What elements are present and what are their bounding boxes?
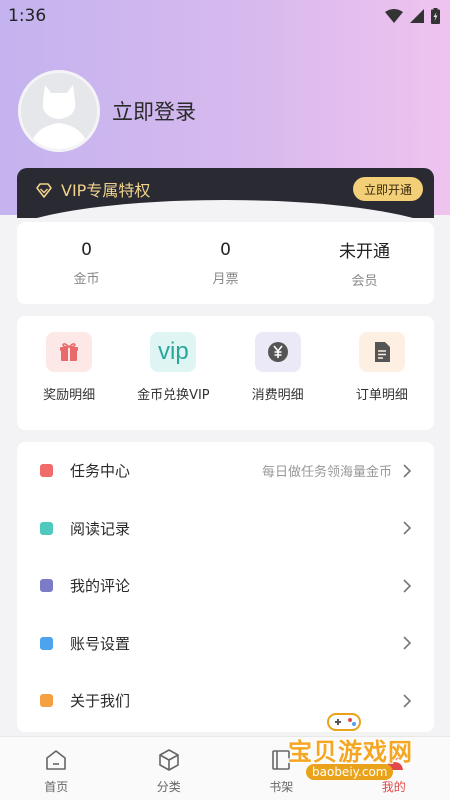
stat-value: 0 [81,239,92,260]
vip-icon-text: vip [158,338,189,365]
menu-dot-icon [40,579,53,593]
tab-label: 书架 [269,780,294,794]
shortcuts-card: 奖励明细 vip 金币兑换VIP 消费明细 订单明细 [17,316,434,430]
stat-coins[interactable]: 0 金币 [17,222,156,304]
wifi-icon [385,9,403,23]
menu-item-account-settings[interactable]: 账号设置 [17,615,434,673]
menu-item-label: 账号设置 [70,634,131,653]
shortcut-reward-details[interactable]: 奖励明细 [17,332,121,430]
shortcut-consumption-details[interactable]: 消费明细 [226,332,330,430]
chevron-right-icon [403,464,412,478]
login-link[interactable]: 立即登录 [112,96,196,126]
tab-bookshelf[interactable]: 书架 [225,737,338,800]
gift-icon [46,332,93,372]
menu-card: 任务中心 每日做任务领海量金币 阅读记录 我的评论 账号设置 关于我们 [17,442,434,732]
vip-banner-title: VIP专属特权 [61,181,151,200]
shortcut-order-details[interactable]: 订单明细 [330,332,434,430]
stat-label: 金币 [73,271,100,287]
stat-value: 0 [220,239,231,260]
menu-item-label: 我的评论 [70,577,131,596]
menu-item-task-center[interactable]: 任务中心 每日做任务领海量金币 [17,442,434,500]
chevron-right-icon [403,521,412,535]
shortcut-label: 奖励明细 [43,388,96,403]
menu-item-reading-history[interactable]: 阅读记录 [17,500,434,558]
status-time: 1:36 [8,6,47,26]
shortcut-coins-to-vip[interactable]: vip 金币兑换VIP [121,332,225,430]
profile-icon [384,751,403,770]
chevron-right-icon [403,579,412,593]
vip-icon: vip [150,332,197,372]
menu-item-my-comments[interactable]: 我的评论 [17,557,434,615]
shortcut-label: 金币兑换VIP [137,388,210,403]
stat-label: 会员 [351,274,378,289]
stat-value: 未开通 [339,242,390,262]
tab-label: 我的 [381,780,406,794]
chevron-right-icon [403,694,412,708]
default-avatar-icon [29,85,89,149]
menu-dot-icon [40,521,53,535]
home-icon [46,750,67,770]
bottom-tab-bar: 首页 分类 书架 我的 [0,736,450,800]
tab-profile[interactable]: 我的 [338,737,450,800]
menu-item-about-us[interactable]: 关于我们 [17,672,434,730]
stats-card: 0 金币 0 月票 未开通 会员 [17,222,434,304]
shortcut-label: 订单明细 [355,388,408,403]
yen-icon [254,332,301,372]
tab-home[interactable]: 首页 [0,737,113,800]
shortcut-label: 消费明细 [251,388,304,403]
tab-label: 分类 [156,780,181,794]
menu-item-label: 任务中心 [70,462,131,481]
signal-icon [410,9,424,23]
diamond-icon [36,183,52,198]
bookshelf-icon [272,750,291,770]
status-bar: 1:36 [0,0,450,32]
menu-item-label: 关于我们 [70,692,131,711]
profile-section: 立即登录 [18,70,196,152]
stat-monthly-tickets[interactable]: 0 月票 [156,222,295,304]
menu-dot-icon [40,636,53,650]
menu-dot-icon [40,464,53,478]
battery-icon [431,8,440,24]
tab-label: 首页 [44,780,69,794]
vip-open-button[interactable]: 立即开通 [352,177,423,201]
menu-dot-icon [40,694,53,708]
status-icons [385,8,440,24]
chevron-right-icon [403,636,412,650]
tab-category[interactable]: 分类 [113,737,226,800]
document-icon [358,332,405,372]
menu-item-label: 阅读记录 [70,519,131,538]
stat-membership[interactable]: 未开通 会员 [295,222,434,304]
menu-item-subtitle: 每日做任务领海量金币 [261,465,392,481]
stat-label: 月票 [212,271,239,287]
avatar[interactable] [18,70,100,152]
category-icon [158,749,179,771]
